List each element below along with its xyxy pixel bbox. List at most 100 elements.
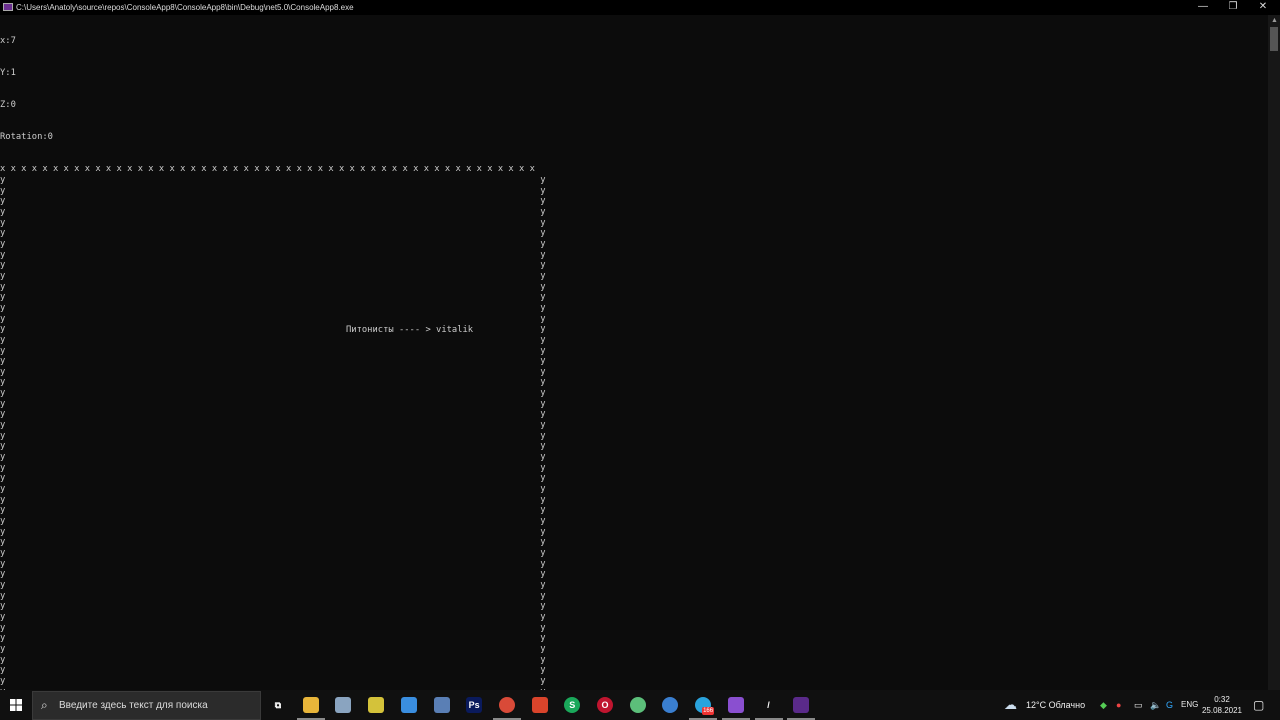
remote-app-icon[interactable] [400,697,417,713]
field-row: y y [0,292,546,303]
task-view-icon[interactable]: ⧉ [270,697,286,713]
search-box[interactable]: ⌕ Введите здесь текст для поиска [32,691,261,720]
search-icon: ⌕ [41,698,48,712]
maximize-button[interactable]: ❐ [1218,0,1248,15]
cloud-icon[interactable]: ☁ [1004,690,1017,720]
clock[interactable]: 0:32 25.08.2021 [1198,694,1246,716]
field-row: y y [0,313,546,324]
close-button[interactable]: ✕ [1248,0,1278,15]
field-row: y y [0,558,546,569]
sticky-app-icon[interactable] [368,697,385,713]
field-row: y y [0,537,546,548]
border-top: x x x x x x x x x x x x x x x x x x x x … [0,164,535,175]
field-row: y y [0,526,546,537]
field-row: y y [0,196,546,207]
header-rotation: Rotation:0 [0,132,53,143]
network-icon[interactable]: ▭ [1134,690,1143,720]
field-row: y y [0,505,546,516]
scroll-up-icon[interactable]: ▲ [1271,17,1278,24]
field-row: y y [0,324,546,335]
console-app-icon [3,3,13,11]
photoshop-icon[interactable]: Ps [466,697,483,713]
calculator-icon[interactable] [433,697,450,713]
scrollbar[interactable]: ▲ [1268,15,1280,690]
field-row: y y [0,665,546,676]
tray-app-icon[interactable]: ● [1116,690,1121,720]
field-row: y y [0,643,546,654]
field-row: y y [0,452,546,463]
field-row: y y [0,249,546,260]
field-row: y y [0,622,546,633]
minimize-button[interactable]: — [1188,0,1218,15]
field-row: y y [0,260,546,271]
volume-icon[interactable]: 🔈 [1150,690,1161,720]
taskbar: ⌕ Введите здесь текст для поиска ⧉ Ps S O 16… [0,690,1280,720]
file-explorer-icon[interactable] [302,697,319,713]
title-bar: C:\Users\Anatoly\source\repos\ConsoleApp… [0,0,1280,15]
network-app-icon[interactable] [335,697,352,713]
field-row: y y [0,217,546,228]
field-row: y y [0,601,546,612]
field-row: y y [0,238,546,249]
field-row: y y [0,611,546,622]
start-button[interactable] [0,690,32,720]
field-row: y y [0,441,546,452]
nvidia-icon[interactable]: ◆ [1100,690,1107,720]
field-row: y y [0,579,546,590]
field-row: y y [0,547,546,558]
pen-app-icon[interactable]: / [760,697,777,713]
ccleaner-icon[interactable] [531,697,548,713]
field-row: y y [0,302,546,313]
field-row: y y [0,484,546,495]
window-title: C:\Users\Anatoly\source\repos\ConsoleApp… [16,3,354,12]
field-row: y y [0,185,546,196]
header-z: Z:0 [0,100,16,111]
blue-app-icon[interactable] [662,697,679,713]
field-row: y y [0,334,546,345]
field-row: y y [0,420,546,431]
windows-logo-icon [10,699,22,711]
field-row: y y [0,462,546,473]
field-row: y y [0,516,546,526]
telegram-badge: 166 [702,707,715,715]
field-row: y y [0,494,546,505]
field-row: y y [0,654,546,665]
scroll-thumb[interactable] [1270,27,1278,51]
green-app-icon[interactable] [629,697,646,713]
field-row: y y [0,473,546,484]
search-placeholder: Введите здесь текст для поиска [59,700,208,711]
field-row: y y [0,388,546,399]
chrome-icon[interactable] [498,697,515,713]
language-indicator[interactable]: ENG [1181,690,1198,720]
notifications-icon[interactable]: ▢ [1253,690,1264,720]
date: 25.08.2021 [1201,706,1243,715]
field-row: y y [0,377,546,388]
field-row: y y [0,356,546,367]
skype-s-icon[interactable]: S [564,697,581,713]
field-row: y y [0,175,546,185]
field-row: y y [0,430,546,441]
field-row: y y [0,409,546,420]
field-row: y y [0,675,546,686]
time: 0:32 [1214,695,1230,704]
visual-studio-icon[interactable] [727,697,744,713]
field-row: y y [0,345,546,356]
field-row: y y [0,228,546,239]
console-app-icon[interactable] [793,697,810,713]
field-row: y y [0,569,546,580]
field-row: y y [0,398,546,409]
header-y: Y:1 [0,68,16,79]
game-field: x x x x x x x x x x x x x x x x x x x x … [0,164,1268,690]
weather-text[interactable]: 12°C Облачно [1026,690,1085,720]
console-output[interactable]: x:7 Y:1 Z:0 Rotation:0 x x x x x x x x x… [0,15,1268,690]
console-message: Питонисты ---- > vitalik [346,325,474,335]
header-x: x:7 [0,36,16,47]
field-row: y y [0,366,546,377]
field-row: y y [0,281,546,292]
logitech-icon[interactable]: G [1166,690,1173,720]
opera-icon[interactable]: O [597,697,613,713]
field-row: y y [0,270,546,281]
field-row: y y [0,206,546,217]
field-row: y y [0,633,546,644]
field-row: y y [0,590,546,601]
